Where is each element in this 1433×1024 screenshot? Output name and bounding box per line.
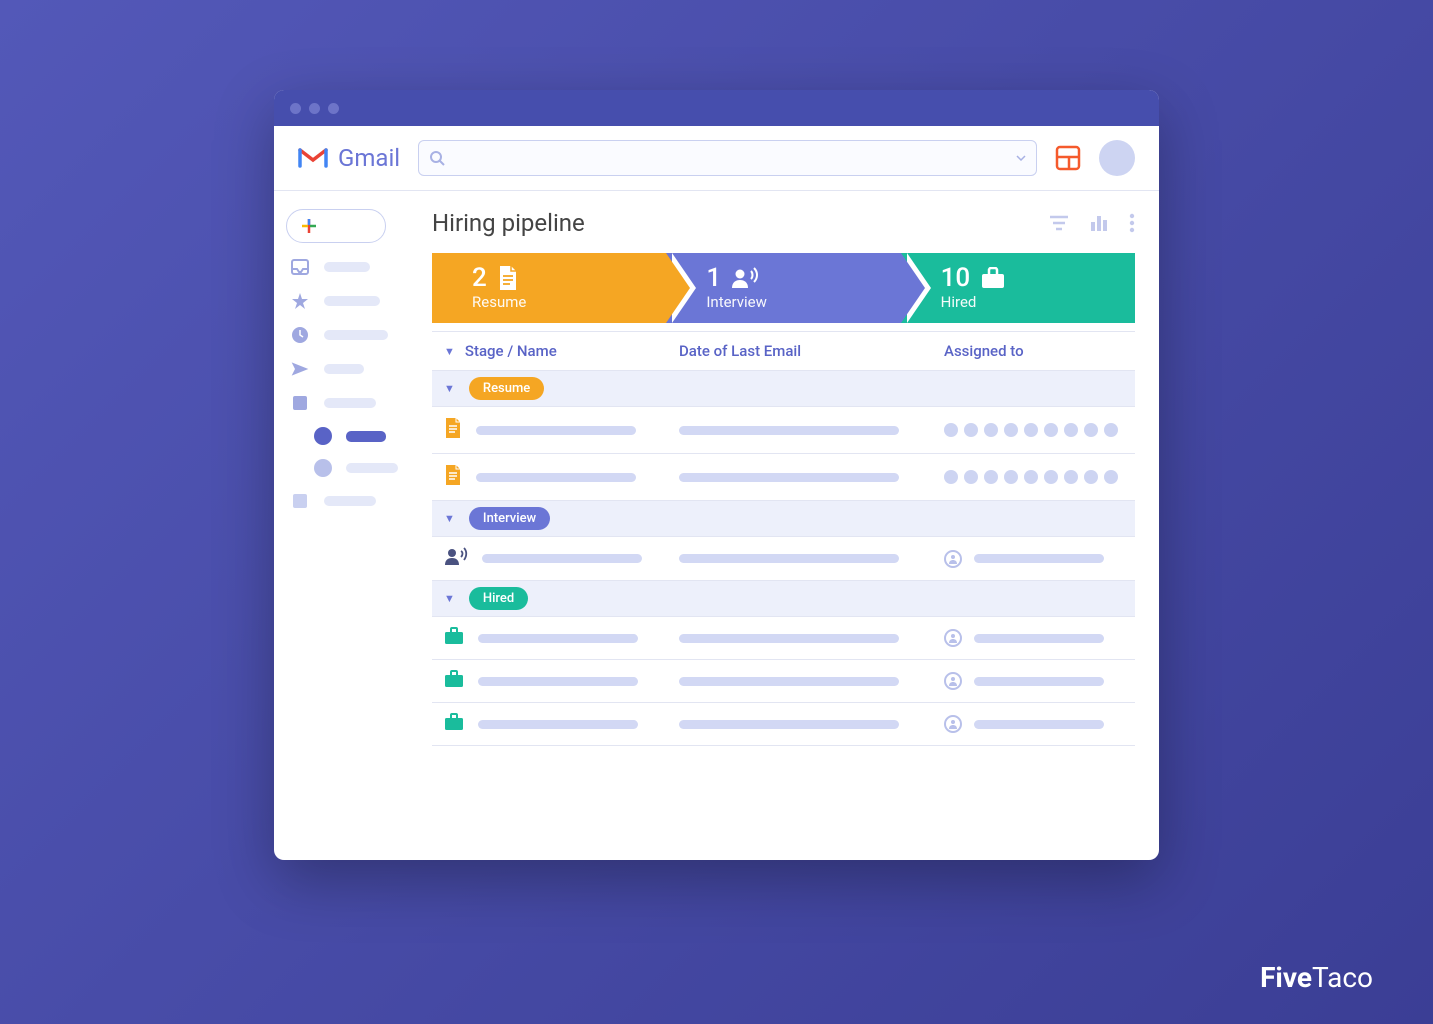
stage-label: Resume [472, 293, 666, 311]
group-pill: Interview [469, 507, 550, 530]
app-window: Gmail [274, 90, 1159, 860]
table-row[interactable] [432, 617, 1135, 660]
square-icon [290, 393, 310, 413]
brand-b: Taco [1312, 961, 1373, 994]
table-row[interactable] [432, 703, 1135, 746]
stage-interview[interactable]: 1 Interview [666, 253, 900, 323]
assigned-user [944, 672, 1123, 690]
sidebar-item-snoozed[interactable] [286, 325, 420, 345]
chart-icon[interactable] [1089, 214, 1109, 232]
table-row[interactable] [432, 407, 1135, 454]
stage-count: 1 [706, 265, 721, 291]
inbox-icon [290, 257, 310, 277]
sidebar-item-inbox[interactable] [286, 257, 420, 277]
document-icon [444, 417, 462, 443]
more-icon[interactable] [1129, 213, 1135, 233]
star-icon [290, 291, 310, 311]
table-header: ▼ Stage / Name Date of Last Email Assign… [432, 332, 1135, 371]
assigned-user [944, 550, 1123, 568]
briefcase-icon [444, 670, 464, 692]
user-icon [944, 629, 962, 647]
table-row[interactable] [432, 537, 1135, 581]
collapse-caret-icon: ▼ [444, 592, 455, 605]
briefcase-icon [980, 267, 1006, 289]
app-name: Gmail [338, 144, 400, 172]
sidebar-item-label[interactable] [286, 393, 420, 413]
avatar[interactable] [1099, 140, 1135, 176]
document-icon [497, 265, 519, 291]
search-input[interactable] [453, 150, 1008, 167]
square-icon [290, 491, 310, 511]
column-stage-name[interactable]: Stage / Name [465, 342, 557, 360]
stage-count: 2 [472, 265, 487, 291]
group-header-hired[interactable]: ▼ Hired [432, 581, 1135, 617]
assigned-user [944, 715, 1123, 733]
window-control-close[interactable] [290, 103, 301, 114]
sidebar [274, 191, 432, 859]
clock-icon [290, 325, 310, 345]
person-voice-icon [731, 267, 759, 289]
branding: FiveTaco [1260, 961, 1373, 994]
pipeline-table: ▼ Stage / Name Date of Last Email Assign… [432, 331, 1135, 746]
assigned-avatars [944, 423, 1123, 437]
plus-icon [301, 218, 317, 234]
send-icon [290, 359, 310, 379]
sidebar-item-sent[interactable] [286, 359, 420, 379]
stage-hired[interactable]: 10 Hired [901, 253, 1135, 323]
pipeline-stages: 2 Resume 1 [432, 253, 1135, 323]
table-row[interactable] [432, 660, 1135, 703]
stage-count: 10 [941, 265, 971, 291]
brand-a: Five [1260, 961, 1312, 994]
sidebar-item-label-2[interactable] [286, 491, 420, 511]
collapse-caret-icon: ▼ [444, 512, 455, 525]
page-title: Hiring pipeline [432, 209, 1049, 237]
group-header-interview[interactable]: ▼ Interview [432, 501, 1135, 537]
column-date[interactable]: Date of Last Email [679, 342, 944, 360]
group-pill: Resume [469, 377, 544, 400]
assigned-user [944, 629, 1123, 647]
layout-icon[interactable] [1055, 145, 1081, 171]
briefcase-icon [444, 713, 464, 735]
window-titlebar [274, 90, 1159, 126]
gmail-icon [298, 146, 328, 170]
sidebar-subitem-1[interactable] [286, 427, 420, 445]
stage-label: Interview [706, 293, 900, 311]
document-icon [444, 464, 462, 490]
collapse-caret-icon: ▼ [444, 382, 455, 395]
sidebar-item-starred[interactable] [286, 291, 420, 311]
user-icon [944, 672, 962, 690]
app-header: Gmail [274, 126, 1159, 191]
person-voice-icon [444, 547, 468, 570]
main-content: Hiring pipeline [432, 191, 1159, 859]
filter-icon[interactable] [1049, 214, 1069, 232]
stage-label: Hired [941, 293, 1135, 311]
user-icon [944, 550, 962, 568]
table-row[interactable] [432, 454, 1135, 501]
column-assigned[interactable]: Assigned to [944, 342, 1135, 360]
briefcase-icon [444, 627, 464, 649]
window-control-max[interactable] [328, 103, 339, 114]
group-pill: Hired [469, 587, 528, 610]
window-control-min[interactable] [309, 103, 320, 114]
search-icon [429, 150, 445, 166]
group-header-resume[interactable]: ▼ Resume [432, 371, 1135, 407]
logo: Gmail [298, 144, 400, 172]
user-icon [944, 715, 962, 733]
search-bar[interactable] [418, 140, 1037, 176]
stage-resume[interactable]: 2 Resume [432, 253, 666, 323]
sidebar-subitem-2[interactable] [286, 459, 420, 477]
compose-button[interactable] [286, 209, 386, 243]
chevron-down-icon[interactable] [1016, 155, 1026, 161]
assigned-avatars [944, 470, 1123, 484]
sort-caret-icon[interactable]: ▼ [444, 345, 455, 358]
